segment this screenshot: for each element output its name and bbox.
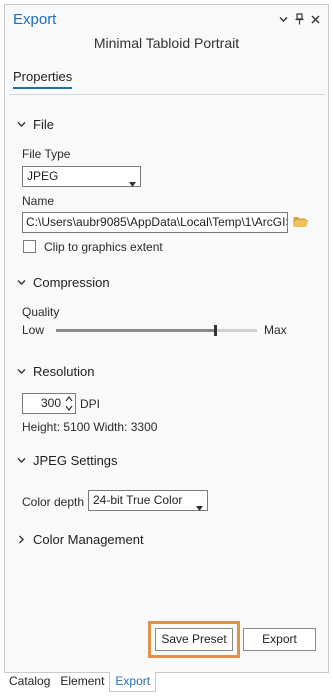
- section-compression-title: Compression: [33, 275, 110, 290]
- file-type-value: JPEG: [27, 169, 59, 183]
- clip-to-graphics-checkbox[interactable]: [23, 240, 36, 253]
- file-type-select[interactable]: JPEG: [22, 166, 141, 187]
- pane-controls: [279, 13, 320, 25]
- export-button[interactable]: Export: [243, 628, 316, 651]
- quality-max-label: Max: [264, 323, 287, 337]
- chevron-down-icon: [17, 457, 26, 464]
- options-chevron-icon[interactable]: [279, 16, 288, 23]
- section-file-title: File: [33, 117, 54, 132]
- tab-element[interactable]: Element: [55, 672, 109, 692]
- dropdown-arrow-icon: [129, 174, 136, 193]
- dropdown-arrow-icon: [196, 498, 203, 517]
- folder-icon[interactable]: [293, 215, 309, 233]
- clip-to-graphics-label: Clip to graphics extent: [44, 240, 163, 254]
- quality-slider-thumb[interactable]: [214, 325, 217, 336]
- dpi-unit-label: DPI: [80, 397, 101, 411]
- tab-export[interactable]: Export: [109, 672, 157, 692]
- properties-content: File File Type JPEG Name C:\Users\aubr90…: [9, 94, 325, 669]
- dimensions-readout: Height: 5100 Width: 3300: [22, 420, 158, 434]
- spin-up-icon[interactable]: [65, 396, 73, 402]
- color-depth-value: 24-bit True Color: [93, 493, 183, 507]
- file-type-label: File Type: [22, 147, 71, 161]
- section-jpeg-settings-header[interactable]: JPEG Settings: [17, 453, 118, 468]
- export-subtitle: Minimal Tabloid Portrait: [93, 35, 240, 51]
- pane-title: Export: [13, 11, 57, 28]
- quality-slider-fill: [56, 329, 215, 332]
- dpi-value: 300: [40, 396, 61, 410]
- save-preset-button[interactable]: Save Preset: [155, 628, 233, 651]
- section-resolution-title: Resolution: [33, 364, 95, 379]
- tab-properties[interactable]: Properties: [13, 69, 73, 89]
- bottom-tab-bar: Catalog Element Export: [4, 672, 329, 692]
- name-label: Name: [22, 194, 55, 208]
- chevron-down-icon: [17, 121, 26, 128]
- dpi-stepper-arrows[interactable]: [65, 396, 73, 411]
- dpi-stepper[interactable]: 300: [22, 393, 76, 414]
- chevron-down-icon: [17, 368, 26, 375]
- name-input[interactable]: C:\Users\aubr9085\AppData\Local\Temp\1\A…: [22, 212, 288, 233]
- pin-icon[interactable]: [295, 13, 304, 25]
- export-pane: Export Minimal Tabloid Portrait Properti…: [4, 4, 329, 673]
- section-jpeg-settings-title: JPEG Settings: [33, 453, 118, 468]
- chevron-right-icon: [17, 535, 26, 544]
- color-depth-select[interactable]: 24-bit True Color: [88, 490, 208, 511]
- section-color-management-header[interactable]: Color Management: [17, 532, 144, 547]
- section-resolution-header[interactable]: Resolution: [17, 364, 94, 379]
- section-color-management-title: Color Management: [33, 532, 144, 547]
- quality-slider[interactable]: [56, 325, 257, 336]
- color-depth-label: Color depth: [22, 495, 85, 509]
- spin-down-icon[interactable]: [65, 405, 73, 411]
- close-icon[interactable]: [311, 15, 320, 24]
- chevron-down-icon: [17, 279, 26, 286]
- tab-catalog[interactable]: Catalog: [4, 672, 55, 692]
- quality-label: Quality: [22, 305, 60, 319]
- section-compression-header[interactable]: Compression: [17, 275, 110, 290]
- quality-low-label: Low: [22, 323, 45, 337]
- section-file-header[interactable]: File: [17, 117, 54, 132]
